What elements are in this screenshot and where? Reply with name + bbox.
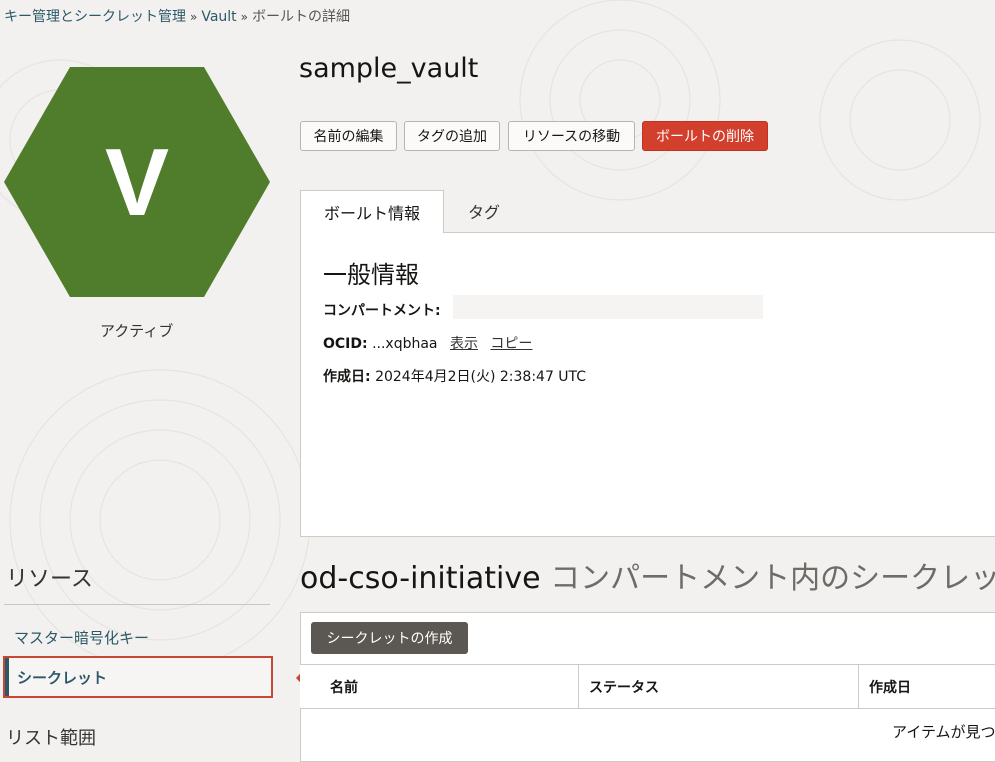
breadcrumb-vault[interactable]: Vault	[201, 9, 236, 25]
sidebar-item-master-encryption-key[interactable]: マスター暗号化キー	[14, 627, 149, 648]
vault-info-panel: 一般情報 コンパートメント: OCID: ...xqbhaa 表示 コピー 作成…	[300, 232, 995, 537]
vault-letter: V	[105, 129, 169, 236]
sidebar-item-secrets[interactable]: シークレット	[3, 656, 273, 698]
breadcrumb-separator: »	[190, 10, 198, 24]
ocid-copy-link[interactable]: コピー	[490, 336, 532, 352]
column-header-status[interactable]: ステータス	[579, 665, 858, 708]
ocid-field: OCID: ...xqbhaa 表示 コピー	[323, 333, 532, 353]
compartment-value	[453, 295, 763, 319]
compartment-name: od-cso-initiative	[300, 561, 541, 596]
sidebar-item-secrets-label: シークレット	[17, 668, 108, 687]
secrets-table-header: 名前 ステータス 作成日	[300, 664, 995, 709]
vault-status: アクティブ	[100, 322, 174, 340]
tab-vault-info[interactable]: ボールト情報	[300, 190, 444, 233]
vault-hexagon-icon: V	[4, 67, 270, 297]
resources-divider	[4, 604, 270, 605]
compartment-label: コンパートメント:	[323, 303, 441, 319]
delete-vault-button[interactable]: ボールトの削除	[642, 121, 768, 151]
ocid-show-link[interactable]: 表示	[450, 336, 478, 352]
add-tags-button[interactable]: タグの追加	[404, 121, 500, 151]
ocid-label: OCID:	[323, 336, 368, 352]
create-secret-button[interactable]: シークレットの作成	[311, 622, 468, 654]
ocid-value: ...xqbhaa	[372, 336, 438, 352]
created-value: 2024年4月2日(火) 2:38:47 UTC	[375, 369, 587, 385]
secrets-title-text: コンパートメント内のシークレット	[540, 561, 995, 596]
breadcrumb-key-management[interactable]: キー管理とシークレット管理	[4, 9, 186, 25]
page-title: sample_vault	[299, 53, 479, 84]
column-header-created[interactable]: 作成日	[859, 665, 995, 708]
list-scope-heading: リスト範囲	[6, 728, 96, 749]
move-resource-button[interactable]: リソースの移動	[508, 121, 635, 151]
breadcrumb: キー管理とシークレット管理» Vault» ボールトの詳細	[4, 6, 350, 26]
compartment-field: コンパートメント:	[323, 300, 441, 320]
edit-name-button[interactable]: 名前の編集	[300, 121, 397, 151]
resources-heading: リソース	[6, 567, 93, 592]
breadcrumb-current: ボールトの詳細	[252, 9, 351, 25]
empty-table-message: アイテムが見つ	[892, 723, 995, 741]
secrets-section-title: od-cso-initiative コンパートメント内のシークレット	[300, 553, 995, 597]
tab-tags[interactable]: タグ	[446, 190, 522, 232]
created-label: 作成日:	[323, 369, 371, 385]
column-header-name[interactable]: 名前	[310, 665, 578, 708]
created-field: 作成日: 2024年4月2日(火) 2:38:47 UTC	[323, 366, 586, 386]
breadcrumb-separator: »	[240, 10, 249, 24]
general-info-heading: 一般情報	[323, 261, 419, 289]
